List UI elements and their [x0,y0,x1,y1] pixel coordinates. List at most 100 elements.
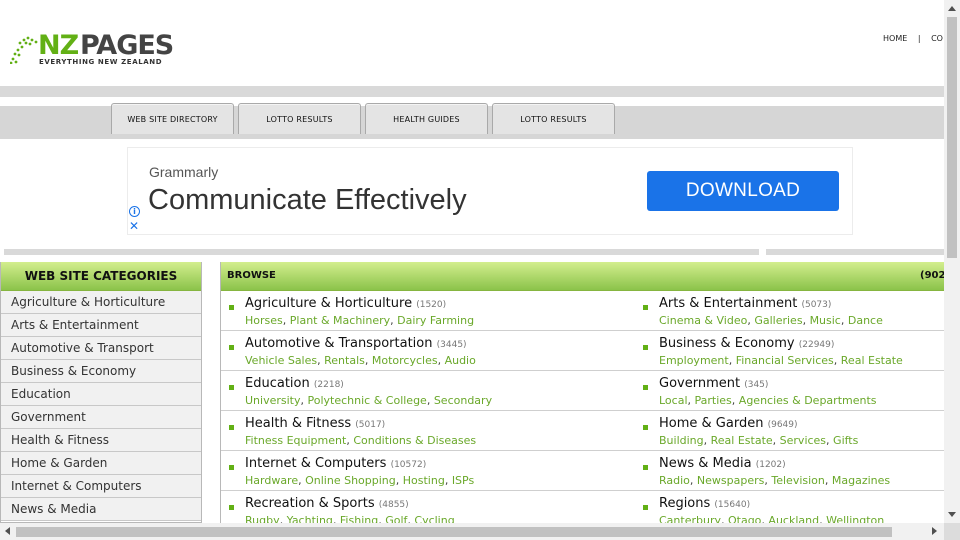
sidebar-item-education[interactable]: Education [1,383,201,406]
subcategory-link[interactable]: Motorcycles [372,354,438,367]
ad-close-icon[interactable]: ✕ [129,220,139,232]
site-logo[interactable]: NZ PAGES EVERYTHING NEW ZEALAND [10,30,185,70]
subcategory-link[interactable]: Dairy Farming [397,314,474,327]
scroll-up-icon[interactable] [948,6,956,11]
sidebar-item-news[interactable]: News & Media [1,498,201,521]
subcategory-link[interactable]: Financial Services [736,354,834,367]
subcategory-link[interactable]: Galleries [754,314,802,327]
category-link[interactable]: Health & Fitness [245,416,351,431]
subcategory-link[interactable]: Hosting [403,474,445,487]
ad-info-icon[interactable]: i [129,206,140,217]
category-link[interactable]: News & Media [659,456,752,471]
sidebar-item-home-garden[interactable]: Home & Garden [1,452,201,475]
category-link[interactable]: Business & Economy [659,336,795,351]
nav-home-link[interactable]: HOME [883,34,907,43]
subcategory-link[interactable]: Cinema & Video [659,314,747,327]
subcategory-link[interactable]: Otago [728,514,761,523]
subcategory-link[interactable]: Cycling [414,514,454,523]
subcategory-link[interactable]: Dance [848,314,883,327]
subcategory-separator: , [437,354,445,367]
bullet-icon [643,465,648,470]
category-link[interactable]: Home & Garden [659,416,763,431]
tab-health-guides[interactable]: HEALTH GUIDES [365,103,488,134]
subcategory-link[interactable]: Real Estate [841,354,903,367]
subcategory-link[interactable]: Parties [695,394,732,407]
category-count: (22949) [798,340,835,350]
subcategory-link[interactable]: Vehicle Sales [245,354,317,367]
subcategory-link[interactable]: Real Estate [711,434,773,447]
nav-contact-link[interactable]: CO [931,34,943,43]
subcategory-link[interactable]: Wellington [826,514,884,523]
subcategory-link[interactable]: Golf [385,514,407,523]
subcategory-link[interactable]: Hardware [245,474,298,487]
vertical-scroll-thumb[interactable] [947,17,957,258]
subcategory-link[interactable]: Fitness Equipment [245,434,346,447]
subcategory-link[interactable]: Local [659,394,688,407]
subcategory-link[interactable]: Yachting [287,514,333,523]
sidebar-item-health[interactable]: Health & Fitness [1,429,201,452]
subcategory-link[interactable]: Plant & Machinery [290,314,390,327]
subcategory-link[interactable]: University [245,394,301,407]
horizontal-scrollbar[interactable] [0,523,944,540]
category-link[interactable]: Agriculture & Horticulture [245,296,412,311]
tab-web-site-directory[interactable]: WEB SITE DIRECTORY [111,103,234,134]
category-link[interactable]: Government [659,376,740,391]
sidebar-item-arts[interactable]: Arts & Entertainment [1,314,201,337]
subcategory-link[interactable]: Online Shopping [305,474,396,487]
subcategory-link[interactable]: Conditions & Diseases [353,434,476,447]
subcategory-link[interactable]: Music [810,314,841,327]
scroll-down-icon[interactable] [948,512,956,517]
subcategory-link[interactable]: Building [659,434,704,447]
subcategory-link[interactable]: Radio [659,474,690,487]
scroll-left-icon[interactable] [5,527,10,535]
subcategory-link[interactable]: Secondary [434,394,492,407]
bullet-icon [643,345,648,350]
subcategory-link[interactable]: Television [771,474,825,487]
ad-download-button[interactable]: DOWNLOAD [647,171,839,211]
subcategory-separator: , [731,394,739,407]
sidebar-item-agriculture[interactable]: Agriculture & Horticulture [1,291,201,314]
tab-lotto-results[interactable]: LOTTO RESULTS [238,103,361,134]
subcategory-link[interactable]: Canterbury [659,514,721,523]
sidebar-item-business[interactable]: Business & Economy [1,360,201,383]
subcategory-link[interactable]: Auckland [768,514,819,523]
category-count: (2218) [313,380,344,390]
subcategory-link[interactable]: Rugby [245,514,280,523]
category-link[interactable]: Education [245,376,310,391]
category-count: (4855) [378,500,409,510]
subcategory-link[interactable]: Rentals [324,354,365,367]
sidebar-item-automotive[interactable]: Automotive & Transport [1,337,201,360]
vertical-scrollbar[interactable] [944,0,960,523]
subcategory-link[interactable]: Services [780,434,826,447]
sidebar-item-internet[interactable]: Internet & Computers [1,475,201,498]
scroll-right-icon[interactable] [932,527,937,535]
category-link[interactable]: Arts & Entertainment [659,296,797,311]
category-count: (1520) [416,300,447,310]
horizontal-scroll-thumb[interactable] [16,527,892,537]
subcategory-link[interactable]: Agencies & Departments [739,394,877,407]
subcategory-separator: , [426,394,434,407]
subcategory-link[interactable]: Polytechnic & College [308,394,427,407]
subcategory-link[interactable]: Horses [245,314,283,327]
ad-brand: Grammarly [149,164,219,180]
subcategory-list: Building, Real Estate, Services, Gifts [659,434,858,447]
bullet-icon [229,345,234,350]
subcategory-link[interactable]: Employment [659,354,729,367]
subcategory-link[interactable]: Gifts [833,434,858,447]
bullet-icon [229,305,234,310]
subcategory-link[interactable]: Fishing [340,514,378,523]
table-row: Health & Fitness (5017) Fitness Equipment… [221,411,944,451]
subcategory-link[interactable]: Newspapers [697,474,764,487]
category-link[interactable]: Automotive & Transportation [245,336,432,351]
category-link[interactable]: Regions [659,496,710,511]
subcategory-link[interactable]: Audio [445,354,476,367]
subcategory-list: Hardware, Online Shopping, Hosting, ISPs [245,474,474,487]
sidebar-item-government[interactable]: Government [1,406,201,429]
category-link[interactable]: Internet & Computers [245,456,386,471]
subcategory-link[interactable]: ISPs [452,474,474,487]
subcategory-link[interactable]: Magazines [832,474,890,487]
ad-banner[interactable]: Grammarly Communicate Effectively DOWNLO… [127,147,853,235]
tab-lotto-results-2[interactable]: LOTTO RESULTS [492,103,615,134]
category-link[interactable]: Recreation & Sports [245,496,375,511]
subcategory-separator: , [279,514,287,523]
